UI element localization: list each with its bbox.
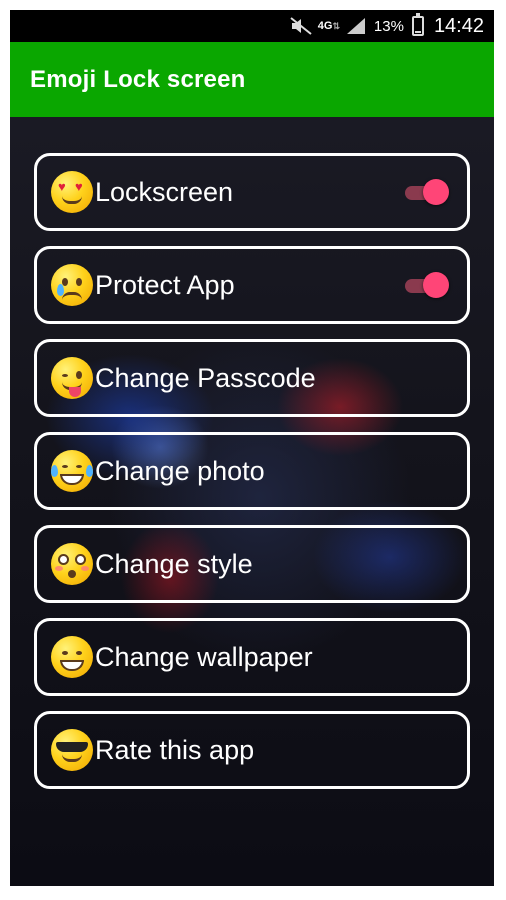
tongue-wink-emoji-icon (51, 357, 93, 399)
flushed-emoji-icon (51, 543, 93, 585)
battery-percent: 13% (373, 17, 404, 35)
status-bar: 4G ⇅ 13% 14:42 (10, 10, 494, 42)
battery-icon (411, 13, 424, 36)
menu-item-label: Change photo (95, 455, 265, 486)
menu-item-label: Change Passcode (95, 362, 316, 393)
menu-item-change-wallpaper[interactable]: Change wallpaper (34, 618, 470, 696)
menu-item-label: Protect App (95, 269, 235, 300)
menu-item-label: Change wallpaper (95, 641, 313, 672)
protect-app-toggle[interactable] (403, 272, 449, 298)
lockscreen-toggle[interactable] (403, 179, 449, 205)
network-label: 4G (317, 20, 333, 32)
menu-item-change-style[interactable]: Change style (34, 525, 470, 603)
menu-item-rate-app[interactable]: Rate this app (34, 711, 470, 789)
app-bar: Emoji Lock screen (10, 42, 494, 117)
phone-screen: 4G ⇅ 13% 14:42 Emoji Lock screen ♥ ♥ Lock… (10, 10, 494, 886)
menu-item-change-photo[interactable]: Change photo (34, 432, 470, 510)
menu-item-lockscreen[interactable]: ♥ ♥ Lockscreen (34, 153, 470, 231)
app-title: Emoji Lock screen (30, 65, 246, 93)
tears-of-joy-emoji-icon (51, 450, 93, 492)
menu-list: ♥ ♥ Lockscreen Protect App Change Passco… (34, 153, 470, 804)
heart-eyes-emoji-icon: ♥ ♥ (51, 171, 93, 213)
sunglasses-emoji-icon (51, 729, 93, 771)
grinning-emoji-icon (51, 636, 93, 678)
signal-icon (346, 17, 366, 35)
network-type: 4G ⇅ (317, 20, 341, 32)
data-arrows-icon: ⇅ (332, 21, 341, 31)
menu-item-change-passcode[interactable]: Change Passcode (34, 339, 470, 417)
crying-emoji-icon (51, 264, 93, 306)
menu-item-label: Lockscreen (95, 176, 234, 207)
menu-item-label: Rate this app (95, 734, 255, 765)
clock: 14:42 (433, 14, 484, 37)
menu-item-protect-app[interactable]: Protect App (34, 246, 470, 324)
main-content: ♥ ♥ Lockscreen Protect App Change Passco… (10, 117, 494, 886)
menu-item-label: Change style (95, 548, 253, 579)
mute-icon (290, 17, 312, 35)
